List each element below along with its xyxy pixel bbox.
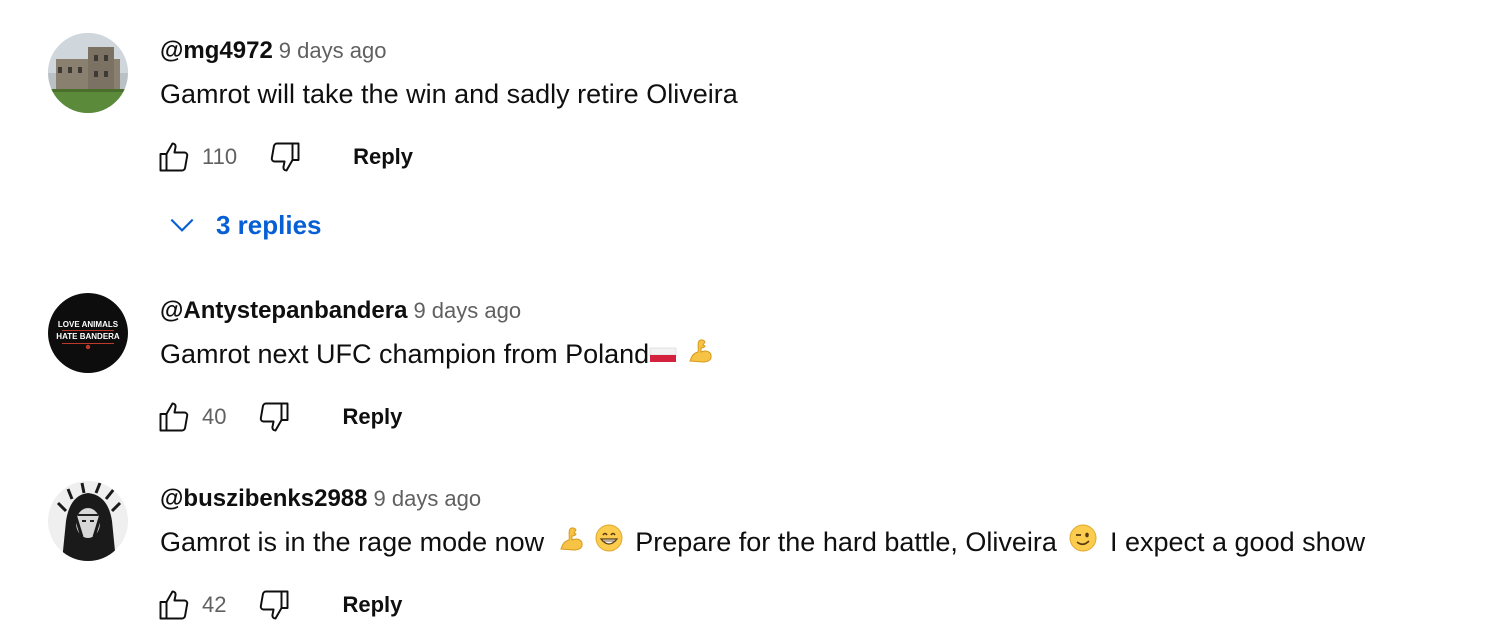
flexed-biceps-emoji: [685, 335, 715, 376]
like-button[interactable]: [154, 397, 194, 437]
comment-actions: 42 Reply: [154, 585, 402, 625]
published-time[interactable]: 9 days ago: [374, 486, 482, 511]
comment-text: Gamrot is in the rage mode now Prepare f…: [160, 522, 1488, 564]
avatar[interactable]: [48, 33, 128, 113]
dislike-button[interactable]: [254, 585, 294, 625]
avatar-text-line2: HATE BANDERA: [56, 332, 120, 341]
comment-body: @Antystepanbandera 9 days ago Gamrot next…: [160, 293, 1488, 376]
reply-button[interactable]: Reply: [353, 144, 413, 170]
avatar-text-line1: LOVE ANIMALS: [58, 320, 119, 329]
thumbs-down-icon: [260, 590, 289, 620]
dislike-button[interactable]: [265, 137, 305, 177]
poland-flag-emoji: [649, 336, 677, 376]
author-name[interactable]: @buszibenks2988: [160, 485, 368, 512]
thumbs-down-icon: [270, 142, 300, 172]
author-name[interactable]: @Antystepanbandera: [160, 297, 407, 324]
avatar[interactable]: LOVE ANIMALS HATE BANDERA: [48, 293, 128, 373]
comment-text-part: Gamrot is in the rage mode now: [160, 527, 545, 557]
comment-header: @buszibenks2988 9 days ago: [160, 481, 1488, 517]
thumbs-down-icon: [260, 402, 289, 432]
comment-actions: 40 Reply: [154, 397, 402, 437]
comment-body: @mg4972 9 days ago Gamrot will take the w…: [160, 33, 1488, 114]
author-name[interactable]: @mg4972: [160, 37, 273, 64]
like-count: 110: [202, 144, 238, 169]
comment-text: Gamrot will take the win and sadly retir…: [160, 79, 738, 109]
flexed-biceps-emoji: [556, 523, 586, 564]
comment-text-part: Prepare for the hard battle, Oliveira: [635, 527, 1057, 557]
winking-face-emoji: [1068, 523, 1098, 564]
view-replies-button[interactable]: 3 replies: [166, 205, 322, 245]
comment-body: @buszibenks2988 9 days ago Gamrot is in t…: [160, 481, 1488, 564]
comment-text-part: Gamrot next UFC champion from Poland: [160, 339, 650, 369]
replies-count-label[interactable]: 3 replies: [216, 210, 322, 241]
reply-button[interactable]: Reply: [342, 592, 402, 618]
thumbs-up-icon: [159, 590, 189, 620]
avatar[interactable]: [48, 481, 128, 561]
comment-header: @mg4972 9 days ago: [160, 33, 1488, 69]
comment-text: Gamrot next UFC champion from Poland: [160, 334, 1488, 376]
thumbs-up-icon: [159, 402, 189, 432]
reply-button[interactable]: Reply: [342, 404, 402, 430]
grinning-face-emoji: [594, 523, 624, 564]
like-count: 40: [202, 404, 227, 429]
thumbs-up-icon: [159, 142, 189, 172]
like-count: 42: [202, 592, 227, 617]
published-time[interactable]: 9 days ago: [413, 298, 521, 323]
avatar-image: [48, 33, 128, 113]
avatar-image: LOVE ANIMALS HATE BANDERA: [48, 293, 128, 373]
published-time[interactable]: 9 days ago: [279, 38, 387, 63]
comment-actions: 110 Reply: [154, 137, 413, 177]
chevron-down-icon: [170, 218, 194, 232]
avatar-image: [48, 481, 128, 561]
like-button[interactable]: [154, 585, 194, 625]
like-button[interactable]: [154, 137, 194, 177]
comment-text-part: I expect a good show: [1109, 527, 1366, 557]
comment-header: @Antystepanbandera 9 days ago: [160, 293, 1488, 329]
dislike-button[interactable]: [254, 397, 294, 437]
